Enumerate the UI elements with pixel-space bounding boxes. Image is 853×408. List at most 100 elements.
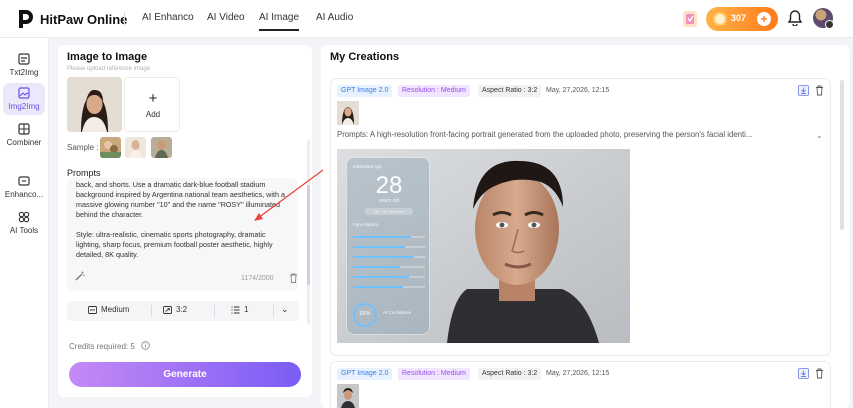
- chevron-down-icon[interactable]: ⌄: [281, 304, 289, 315]
- nav-ai-video[interactable]: AI Video: [207, 12, 245, 23]
- add-image-button[interactable]: + Add: [124, 77, 180, 132]
- text-to-image-icon: [18, 53, 30, 65]
- metric-bar: [353, 276, 425, 278]
- resolution-tag: Resolution : Medium: [398, 368, 470, 380]
- credits-count: 307: [731, 13, 747, 23]
- confidence-label: AI Confidence: [383, 310, 412, 315]
- generated-image[interactable]: Estimated Age 28 years old 26 ~ 30 years…: [337, 149, 630, 343]
- prompt-text: back, and shorts. Use a dramatic dark-bl…: [76, 180, 288, 270]
- resolution-value: Medium: [101, 305, 130, 314]
- panel-title: Image to Image: [67, 51, 148, 63]
- image-to-image-panel: Image to Image Please upload reference i…: [58, 45, 312, 397]
- resolution-icon: [88, 306, 97, 314]
- sidebar-item-label: Img2Img: [8, 102, 40, 111]
- prompt-textarea[interactable]: back, and shorts. Use a dramatic dark-bl…: [67, 178, 298, 291]
- sidebar-item-label: Combiner: [6, 138, 42, 147]
- creation-prompt: Prompts: A high-resolution front-facing …: [337, 130, 753, 139]
- character-count: 1174/2000: [241, 275, 274, 282]
- my-creations-panel: My Creations GPT Image 2.0 Resolution : …: [321, 45, 850, 408]
- generate-button[interactable]: Generate: [69, 362, 301, 387]
- confidence-ring: 93%: [353, 303, 377, 327]
- brand-name[interactable]: HitPaw Online: [40, 12, 127, 27]
- sample-thumbnail[interactable]: [125, 137, 146, 158]
- bell-icon[interactable]: [788, 10, 802, 26]
- creation-card: GPT Image 2.0 Resolution : Medium Aspect…: [330, 361, 831, 408]
- creations-scrollbar[interactable]: [840, 80, 844, 230]
- image-count-select[interactable]: 1: [231, 305, 248, 314]
- panel-scrollbar-thumb[interactable]: [307, 185, 310, 285]
- sidebar-item-txt2img[interactable]: Txt2Img: [3, 49, 45, 81]
- portrait-image: [67, 77, 122, 132]
- sample-thumbnail[interactable]: [151, 137, 172, 158]
- divider: [273, 305, 274, 317]
- gift-icon[interactable]: [681, 9, 699, 29]
- hitpaw-logo-icon[interactable]: [17, 9, 34, 29]
- sidebar: Txt2Img Img2Img Combiner Enhanco... AI T…: [0, 38, 49, 408]
- model-tag: GPT Image 2.0: [337, 85, 393, 97]
- sample-image-3: [151, 137, 172, 158]
- credits-required: Credits required: 5: [69, 341, 150, 351]
- sample-thumbnail[interactable]: [100, 137, 121, 158]
- nav-ai-audio[interactable]: AI Audio: [316, 12, 353, 23]
- sample-label: Sample :: [67, 143, 99, 152]
- add-credits-icon[interactable]: +: [757, 12, 771, 26]
- aspect-ratio-icon: [163, 306, 172, 314]
- metric-bar: [353, 236, 425, 238]
- metric-bar: [353, 256, 425, 258]
- sidebar-item-enhance[interactable]: Enhanco...: [3, 171, 45, 203]
- image-to-image-icon: [18, 87, 30, 99]
- nav-ai-image[interactable]: AI Image: [259, 12, 300, 31]
- metric-bar: [353, 266, 425, 268]
- clear-prompt-icon[interactable]: [289, 273, 298, 283]
- panel-title: My Creations: [330, 51, 400, 63]
- generation-settings-bar: Medium 3:2 1 ⌄: [67, 301, 299, 321]
- plus-icon: +: [148, 90, 158, 107]
- creation-date: May, 27,2026, 12:15: [546, 370, 610, 377]
- overlay-heading: Estimated Age: [353, 164, 383, 169]
- creation-date: May, 27,2026, 12:15: [546, 87, 610, 94]
- reference-image: [337, 101, 359, 125]
- sample-image-2: [125, 137, 146, 158]
- age-estimate-overlay: Estimated Age 28 years old 26 ~ 30 years…: [346, 157, 430, 335]
- resolution-tag: Resolution : Medium: [398, 85, 470, 97]
- delete-icon[interactable]: [815, 85, 824, 96]
- divider: [151, 305, 152, 317]
- ai-tools-icon: [18, 211, 30, 223]
- credits-pill[interactable]: 307 +: [706, 7, 778, 31]
- aspect-ratio-select[interactable]: 3:2: [163, 305, 187, 314]
- avatar-badge: [825, 20, 834, 29]
- overlay-age-sub: years old: [378, 198, 400, 204]
- expand-prompt-icon[interactable]: ⌄: [816, 131, 823, 140]
- top-bar: HitPaw Online AI Enhanco AI Video AI Ima…: [0, 0, 853, 38]
- list-icon: [231, 306, 240, 314]
- overlay-age: 28: [375, 172, 403, 199]
- info-icon[interactable]: [141, 341, 150, 350]
- sidebar-item-combiner[interactable]: Combiner: [3, 119, 45, 151]
- sidebar-item-img2img[interactable]: Img2Img: [3, 83, 45, 115]
- magic-wand-icon[interactable]: [75, 271, 85, 281]
- combiner-icon: [18, 123, 30, 135]
- download-icon[interactable]: [798, 85, 809, 96]
- metric-bar: [353, 246, 425, 248]
- prompt-paragraph: back, and shorts. Use a dramatic dark-bl…: [76, 180, 285, 219]
- metric-bar: [353, 286, 425, 288]
- aspect-ratio-value: 3:2: [176, 305, 188, 314]
- reference-thumbnail[interactable]: [337, 384, 359, 408]
- resolution-select[interactable]: Medium: [88, 305, 129, 314]
- download-icon[interactable]: [798, 368, 809, 379]
- credits-required-text: Credits required: 5: [69, 342, 135, 351]
- delete-icon[interactable]: [815, 368, 824, 379]
- uploaded-image-thumbnail[interactable]: [67, 77, 122, 132]
- coin-icon: [713, 12, 727, 26]
- upload-hint: Please upload reference image: [67, 66, 151, 72]
- nav-ai-enhance[interactable]: AI Enhanco: [142, 12, 194, 23]
- sidebar-item-label: Txt2Img: [9, 68, 39, 77]
- sidebar-item-ai-tools[interactable]: AI Tools: [3, 207, 45, 239]
- overlay-range: 26 ~ 30 years old: [365, 208, 413, 215]
- enhance-icon: [18, 176, 30, 186]
- sidebar-item-label: AI Tools: [9, 226, 39, 235]
- prompt-paragraph: Style: ultra-realistic, cinematic sports…: [76, 230, 273, 259]
- creation-card: GPT Image 2.0 Resolution : Medium Aspect…: [330, 78, 831, 356]
- reference-thumbnail[interactable]: [337, 101, 359, 125]
- reference-image: [337, 384, 359, 408]
